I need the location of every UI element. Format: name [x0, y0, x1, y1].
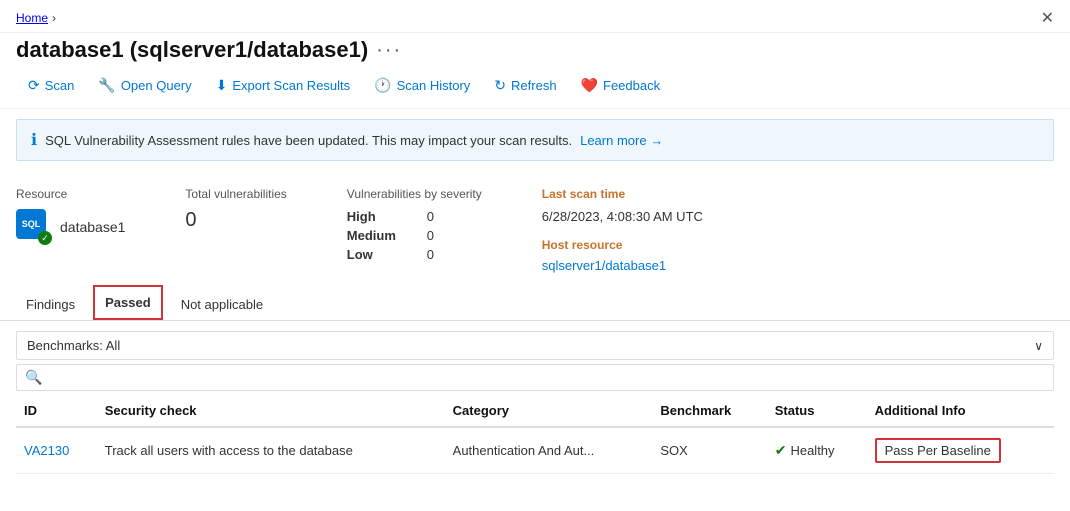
tab-findings[interactable]: Findings [16, 289, 85, 320]
total-vuln-value: 0 [185, 209, 286, 232]
tabs-section: Findings Passed Not applicable [0, 285, 1070, 321]
low-severity-row: Low 0 [347, 247, 482, 262]
toolbar: ⟳ Scan 🔧 Open Query ⬇ Export Scan Result… [0, 71, 1070, 109]
stats-section: Resource SQL ✓ database1 Total vulnerabi… [0, 171, 1070, 285]
severity-table: High 0 Medium 0 Low 0 [347, 209, 482, 262]
low-value: 0 [427, 247, 434, 262]
resource-row: SQL ✓ database1 [16, 209, 125, 245]
export-icon: ⬇ [216, 77, 228, 94]
total-vulnerabilities-group: Total vulnerabilities 0 [185, 187, 286, 273]
medium-label: Medium [347, 228, 407, 243]
filter-label: Benchmarks: All [27, 338, 120, 353]
table-container: ID Security check Category Benchmark Sta… [16, 395, 1054, 474]
breadcrumb: Home › [16, 11, 56, 25]
more-options-button[interactable]: ··· [376, 39, 402, 62]
cell-additional-info: Pass Per Baseline [867, 427, 1054, 474]
cell-category: Authentication And Aut... [445, 427, 653, 474]
refresh-button[interactable]: ↻ Refresh [482, 71, 568, 100]
search-input[interactable] [46, 370, 1045, 385]
medium-severity-row: Medium 0 [347, 228, 482, 243]
search-bar[interactable]: 🔍 [16, 364, 1054, 391]
title-bar: database1 (sqlserver1/database1) ··· [0, 33, 1070, 71]
table-body: VA2130 Track all users with access to th… [16, 427, 1054, 474]
search-icon: 🔍 [25, 369, 42, 386]
tab-not-applicable[interactable]: Not applicable [171, 289, 273, 320]
table-row: VA2130 Track all users with access to th… [16, 427, 1054, 474]
scan-button[interactable]: ⟳ Scan [16, 71, 86, 100]
severity-label: Vulnerabilities by severity [347, 187, 482, 201]
export-scan-results-button[interactable]: ⬇ Export Scan Results [204, 71, 363, 100]
low-label: Low [347, 247, 407, 262]
cell-security-check: Track all users with access to the datab… [97, 427, 445, 474]
status-text: Healthy [790, 443, 834, 458]
query-icon: 🔧 [98, 77, 115, 94]
col-additional-info: Additional Info [867, 395, 1054, 427]
learn-more-link[interactable]: Learn more → [580, 133, 663, 148]
high-value: 0 [427, 209, 434, 224]
feedback-icon: ❤️ [581, 77, 598, 94]
severity-group: Vulnerabilities by severity High 0 Mediu… [347, 187, 482, 273]
page-title: database1 (sqlserver1/database1) [16, 37, 368, 63]
medium-value: 0 [427, 228, 434, 243]
resource-group: Resource SQL ✓ database1 [16, 187, 125, 273]
cell-id: VA2130 [16, 427, 97, 474]
feedback-button[interactable]: ❤️ Feedback [569, 71, 673, 100]
col-id: ID [16, 395, 97, 427]
breadcrumb-arrow: › [52, 11, 56, 25]
info-icon: ℹ [31, 130, 37, 150]
close-button[interactable]: ✕ [1041, 8, 1054, 28]
table-header-row: ID Security check Category Benchmark Sta… [16, 395, 1054, 427]
high-severity-row: High 0 [347, 209, 482, 224]
open-query-button[interactable]: 🔧 Open Query [86, 71, 203, 100]
refresh-icon: ↻ [494, 77, 506, 94]
host-label: Host resource [542, 238, 703, 252]
id-link[interactable]: VA2130 [24, 443, 69, 458]
cell-status: ✔ Healthy [767, 427, 867, 474]
healthy-icon: ✔ [775, 442, 787, 459]
resource-label: Resource [16, 187, 125, 201]
col-benchmark: Benchmark [652, 395, 766, 427]
scan-icon: ⟳ [28, 77, 40, 94]
chevron-down-icon: ∨ [1034, 339, 1043, 353]
tab-passed[interactable]: Passed [93, 285, 163, 320]
scan-history-button[interactable]: 🕐 Scan History [362, 71, 482, 100]
history-icon: 🕐 [374, 77, 391, 94]
pass-per-baseline-badge: Pass Per Baseline [875, 438, 1001, 463]
last-scan-label: Last scan time [542, 187, 703, 201]
last-scan-group: Last scan time 6/28/2023, 4:08:30 AM UTC… [542, 187, 703, 273]
home-link[interactable]: Home [16, 11, 48, 25]
col-security-check: Security check [97, 395, 445, 427]
resource-name: database1 [60, 219, 125, 235]
col-category: Category [445, 395, 653, 427]
cell-benchmark: SOX [652, 427, 766, 474]
last-scan-time: 6/28/2023, 4:08:30 AM UTC [542, 209, 703, 224]
info-banner: ℹ SQL Vulnerability Assessment rules hav… [16, 119, 1054, 161]
high-label: High [347, 209, 407, 224]
top-bar: Home › ✕ [0, 0, 1070, 33]
results-table: ID Security check Category Benchmark Sta… [16, 395, 1054, 474]
col-status: Status [767, 395, 867, 427]
banner-text: SQL Vulnerability Assessment rules have … [45, 133, 572, 148]
host-resource-link[interactable]: sqlserver1/database1 [542, 258, 703, 273]
total-vuln-label: Total vulnerabilities [185, 187, 286, 201]
sql-database-icon: SQL ✓ [16, 209, 52, 245]
filter-bar[interactable]: Benchmarks: All ∨ [16, 331, 1054, 360]
